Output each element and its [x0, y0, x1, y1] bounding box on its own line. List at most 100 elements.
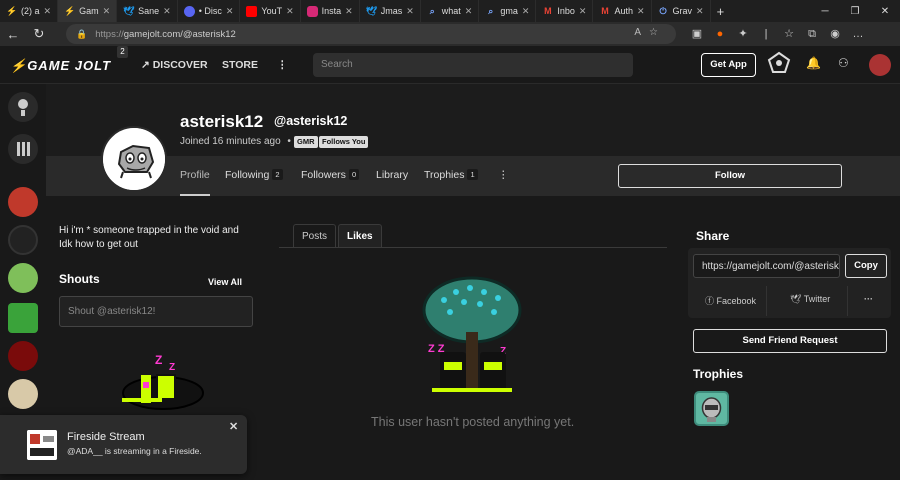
- quest-icon[interactable]: [767, 51, 791, 78]
- more-menu-icon[interactable]: ⋮: [277, 59, 288, 71]
- browser-tab[interactable]: Insta ✕: [301, 0, 360, 22]
- new-tab-button[interactable]: +: [711, 0, 731, 22]
- friends-icon[interactable]: ⚇: [838, 56, 849, 70]
- minimize-icon[interactable]: ─: [810, 6, 840, 17]
- close-icon[interactable]: ✕: [406, 6, 414, 17]
- url-field[interactable]: 🔒 https://gamejolt.com/@asterisk12 A☆: [66, 24, 676, 44]
- discover-link[interactable]: ↗ DISCOVER: [141, 59, 208, 71]
- active-tab-indicator: [180, 194, 210, 196]
- trophy-icon[interactable]: [694, 391, 729, 426]
- send-friend-request-button[interactable]: Send Friend Request: [693, 329, 887, 353]
- activity-icon[interactable]: [8, 92, 38, 122]
- browser-tab[interactable]: YouT ✕: [240, 0, 301, 22]
- community-avatar[interactable]: [8, 263, 38, 293]
- browser-tab[interactable]: ⚡ Gam ✕: [58, 0, 118, 22]
- bio-line: Idk how to get out: [59, 238, 138, 250]
- facebook-icon: ⓕ: [705, 296, 717, 306]
- get-app-button[interactable]: Get App: [701, 53, 756, 77]
- browser-tab[interactable]: ⚡ (2) a ✕: [0, 0, 59, 22]
- close-icon[interactable]: ✕: [345, 6, 353, 17]
- count-badge: 2: [272, 169, 283, 180]
- tab-label: what: [441, 6, 461, 16]
- empty-feed-message: This user hasn't posted anything yet.: [371, 415, 575, 429]
- close-icon[interactable]: ✕: [579, 6, 587, 17]
- community-avatar[interactable]: [8, 225, 38, 255]
- tab-library[interactable]: Library: [376, 169, 408, 181]
- tab-followers[interactable]: Followers 0: [301, 169, 360, 181]
- browser-tab[interactable]: ⌕ gma ✕: [479, 0, 537, 22]
- community-avatar[interactable]: [8, 303, 38, 333]
- community-avatar[interactable]: [8, 379, 38, 409]
- favorites-icon[interactable]: ☆: [782, 27, 796, 41]
- browser-tab[interactable]: 🕊 Jmas ✕: [360, 0, 421, 22]
- extension-icon[interactable]: ●: [713, 27, 727, 41]
- close-icon[interactable]: ✕: [465, 6, 473, 17]
- more-share-options[interactable]: ···: [864, 294, 873, 304]
- divider: [279, 247, 667, 248]
- notification-count-badge: 2: [117, 46, 128, 58]
- bell-icon[interactable]: 🔔: [806, 56, 821, 70]
- profile-icon[interactable]: ◉: [828, 27, 842, 41]
- browser-tab[interactable]: 🕊 Sane ✕: [117, 0, 178, 22]
- more-icon[interactable]: …: [851, 27, 865, 41]
- tab-label: YouT: [261, 6, 283, 16]
- follow-button[interactable]: Follow: [618, 164, 842, 188]
- close-icon[interactable]: ✕: [226, 6, 234, 17]
- gamejolt-logo[interactable]: ⚡GAME JOLT: [10, 58, 111, 74]
- tab-label: Gam: [79, 6, 99, 16]
- extension-icon[interactable]: ▣: [690, 27, 704, 41]
- community-avatar[interactable]: [8, 341, 38, 371]
- gamejolt-icon: ⚡: [6, 5, 18, 16]
- reader-and-favorite-icons[interactable]: A☆: [634, 27, 666, 38]
- close-icon[interactable]: ✕: [44, 6, 52, 17]
- browser-tab[interactable]: ⌕ what ✕: [421, 0, 480, 22]
- share-url-field[interactable]: https://gamejolt.com/@asterisk12: [693, 254, 840, 278]
- browser-tab[interactable]: M Auth ✕: [593, 0, 652, 22]
- twitter-share-link[interactable]: 🕊 Twitter: [790, 294, 830, 305]
- tab-following[interactable]: Following 2: [225, 169, 283, 181]
- tab-label: Following: [225, 169, 270, 181]
- logo-text: GAME JOLT: [27, 58, 112, 73]
- browser-tab[interactable]: M Inbo ✕: [536, 0, 594, 22]
- close-icon[interactable]: ✕: [696, 6, 704, 17]
- youtube-icon: [246, 5, 258, 17]
- browser-tab[interactable]: ⏻ Grav ✕: [652, 0, 711, 22]
- restore-icon[interactable]: ❐: [840, 6, 870, 17]
- view-all-link[interactable]: View All: [208, 277, 242, 287]
- community-avatar[interactable]: [8, 187, 38, 217]
- tab-likes[interactable]: Likes: [338, 224, 382, 248]
- tab-posts[interactable]: Posts: [293, 224, 337, 248]
- close-icon[interactable]: ✕: [522, 6, 530, 17]
- tab-profile[interactable]: Profile: [180, 169, 210, 181]
- gmr-badge: GMR: [294, 136, 318, 148]
- profile-banner: [46, 84, 900, 156]
- search-input[interactable]: Search: [313, 53, 633, 77]
- facebook-share-link[interactable]: ⓕ Facebook: [705, 294, 756, 307]
- library-icon[interactable]: [8, 134, 38, 164]
- shout-input[interactable]: Shout @asterisk12!: [59, 296, 253, 327]
- close-icon[interactable]: ✕: [103, 6, 111, 17]
- close-icon[interactable]: ✕: [163, 6, 171, 17]
- lock-icon: 🔒: [76, 28, 88, 39]
- store-link[interactable]: STORE: [222, 59, 258, 71]
- refresh-icon[interactable]: ↻: [26, 26, 52, 42]
- divider: [766, 286, 767, 316]
- fireside-notification-toast[interactable]: Fireside Stream @ADA__ is streaming in a…: [0, 415, 247, 474]
- back-icon[interactable]: ←: [0, 27, 26, 42]
- profile-avatar[interactable]: [101, 126, 167, 192]
- browser-tab[interactable]: • Disc ✕: [178, 0, 241, 22]
- tab-trophies[interactable]: Trophies 1: [424, 169, 478, 181]
- url-prefix: https://: [95, 28, 124, 40]
- user-avatar[interactable]: [869, 54, 891, 76]
- close-icon[interactable]: ✕: [286, 6, 294, 17]
- close-icon[interactable]: ✕: [229, 420, 238, 433]
- joined-date: Joined 16 minutes ago •: [180, 136, 291, 147]
- tab-label: Inbo: [557, 6, 575, 16]
- copy-button[interactable]: Copy: [845, 254, 887, 278]
- close-icon[interactable]: ✕: [637, 6, 645, 17]
- more-options-icon[interactable]: ⋮: [498, 169, 509, 181]
- close-window-icon[interactable]: ✕: [870, 6, 900, 17]
- bio-line: Hi i'm * someone trapped in the void and: [59, 225, 239, 236]
- puzzle-icon[interactable]: ✦: [736, 27, 750, 41]
- collections-icon[interactable]: ⧉: [805, 27, 819, 41]
